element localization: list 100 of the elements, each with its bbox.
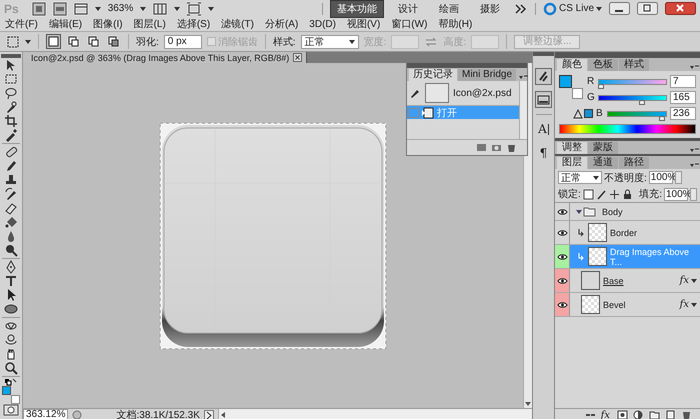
lock-pixels-icon[interactable] (596, 188, 607, 200)
panel-menu-icon[interactable] (518, 73, 530, 81)
snapshot-name[interactable]: Icon@2x.psd (453, 88, 512, 98)
lock-position-icon[interactable] (608, 188, 620, 200)
panel-menu-icon[interactable] (689, 63, 700, 71)
channel-value-field[interactable]: 7 (670, 75, 696, 88)
mini-bridge-icon[interactable] (52, 2, 67, 16)
effects-indicator[interactable]: fx (680, 275, 689, 286)
feather-field[interactable]: 0 px (164, 34, 202, 48)
new-group-icon[interactable] (649, 410, 660, 419)
eye-column[interactable] (555, 245, 570, 268)
scroll-left-icon[interactable] (218, 411, 227, 419)
minimize-icon[interactable] (609, 2, 630, 15)
fill-slider-button[interactable] (690, 188, 697, 200)
quick-mask-icon[interactable] (3, 404, 19, 416)
caret-icon[interactable] (348, 39, 355, 44)
screen-mode-icon[interactable] (187, 2, 202, 16)
menu-item[interactable]: 分析(A) (264, 17, 298, 31)
adjustment-layer-icon[interactable] (633, 410, 644, 419)
foreground-color-swatch[interactable] (2, 386, 11, 395)
workspace-tab[interactable]: 基本功能 (330, 0, 384, 18)
panel-menu-icon[interactable] (689, 146, 700, 154)
marquee-tool-icon[interactable] (4, 72, 18, 86)
channel-value-field[interactable]: 165 (670, 91, 696, 104)
background-color-swatch[interactable] (11, 395, 20, 404)
stamp-tool-icon[interactable] (4, 173, 18, 187)
trash-icon[interactable] (506, 142, 517, 153)
style-dropdown[interactable]: 正常 (300, 34, 359, 48)
brush-presets-icon[interactable] (535, 68, 552, 85)
add-mask-icon[interactable] (617, 410, 628, 419)
bridge-icon[interactable] (32, 2, 46, 16)
menu-item[interactable]: 图像(I) (93, 17, 123, 31)
character-panel-button[interactable]: A (535, 121, 552, 138)
eye-icon[interactable] (556, 276, 568, 284)
new-document-icon[interactable] (476, 142, 487, 153)
document-tab[interactable]: Icon@2x.psd @ 363% (Drag Images Above This Layer, RGB/8#) (23, 52, 308, 63)
zoom-level-menu[interactable]: 363% (108, 3, 134, 14)
menu-item[interactable]: 滤镜(T) (221, 17, 254, 31)
info-icon[interactable] (72, 410, 82, 419)
scrollbar[interactable] (218, 409, 532, 419)
caret-icon[interactable] (596, 6, 602, 11)
cs-live-icon[interactable] (542, 2, 557, 16)
blend-mode-dropdown[interactable]: 正常 (558, 171, 602, 184)
more-icon[interactable] (514, 2, 528, 16)
panel-tab[interactable]: 路径 (619, 157, 649, 169)
panel-tab[interactable]: 样式 (619, 59, 649, 71)
panel-tab[interactable]: 色板 (588, 59, 618, 71)
view-extras-icon[interactable] (74, 2, 88, 16)
new-layer-icon[interactable] (665, 410, 676, 419)
ellipse-tool-icon[interactable] (4, 302, 18, 316)
color-spectrum[interactable] (559, 124, 696, 134)
clone-source-icon[interactable] (535, 91, 552, 108)
menu-item[interactable]: 图层(L) (134, 17, 166, 31)
scrollbar[interactable] (519, 81, 527, 139)
history-brush-icon[interactable] (4, 187, 18, 201)
channel-value-field[interactable]: 236 (670, 107, 696, 120)
expand-effects-icon[interactable] (691, 302, 697, 307)
selection-mode-button[interactable] (106, 34, 121, 49)
close-icon[interactable] (665, 2, 696, 15)
menu-item[interactable]: 3D(D) (309, 18, 336, 30)
layer-row[interactable]: Base fx (555, 269, 700, 293)
slider-thumb[interactable] (598, 84, 604, 88)
width-field[interactable] (391, 34, 420, 48)
selection-mode-button[interactable] (46, 34, 61, 49)
lock-transparency-icon[interactable] (582, 188, 594, 200)
eye-icon[interactable] (556, 228, 568, 236)
background-color-swatch[interactable] (572, 88, 583, 99)
panel-tab[interactable]: Mini Bridge (458, 69, 516, 81)
eye-icon[interactable] (556, 208, 568, 216)
caret-icon[interactable] (593, 175, 599, 180)
zoom-tool-icon[interactable] (4, 361, 18, 375)
camera-icon[interactable] (491, 142, 502, 153)
close-icon[interactable] (293, 53, 302, 62)
menu-item[interactable]: 视图(V) (346, 17, 380, 31)
panel-tab[interactable]: 历史记录 (409, 69, 457, 81)
caret-icon[interactable] (174, 6, 180, 11)
paint-bucket-icon[interactable] (4, 215, 18, 229)
menu-item[interactable]: 窗口(W) (391, 17, 428, 31)
opacity-field[interactable]: 100% (648, 171, 673, 184)
status-menu-icon[interactable] (204, 410, 214, 419)
layer-row[interactable]: Bevel fx (555, 293, 700, 317)
eye-icon[interactable] (556, 252, 568, 260)
menu-item[interactable]: 帮助(H) (438, 17, 472, 31)
caret-icon[interactable] (94, 6, 101, 11)
workspace-tab[interactable]: 摄影 (472, 0, 507, 18)
gamut-swatch-icon[interactable] (584, 109, 593, 118)
lock-icon[interactable] (622, 188, 633, 200)
caret-icon[interactable] (208, 6, 214, 11)
lasso-tool-icon[interactable] (4, 86, 18, 100)
trash-icon[interactable] (681, 410, 692, 419)
restore-icon[interactable] (637, 2, 658, 15)
default-colors-icon[interactable] (4, 378, 18, 386)
effects-indicator[interactable]: fx (680, 299, 689, 310)
history-brush-icon[interactable] (409, 87, 421, 99)
caret-down-icon[interactable] (575, 208, 583, 216)
cs-live-menu[interactable]: CS Live (558, 3, 594, 14)
brush-tool-icon[interactable] (4, 159, 18, 173)
workspace-tab[interactable]: 设计 (390, 0, 425, 18)
panel-tab[interactable]: 通道 (588, 157, 618, 169)
fill-field[interactable]: 100% (664, 188, 688, 200)
